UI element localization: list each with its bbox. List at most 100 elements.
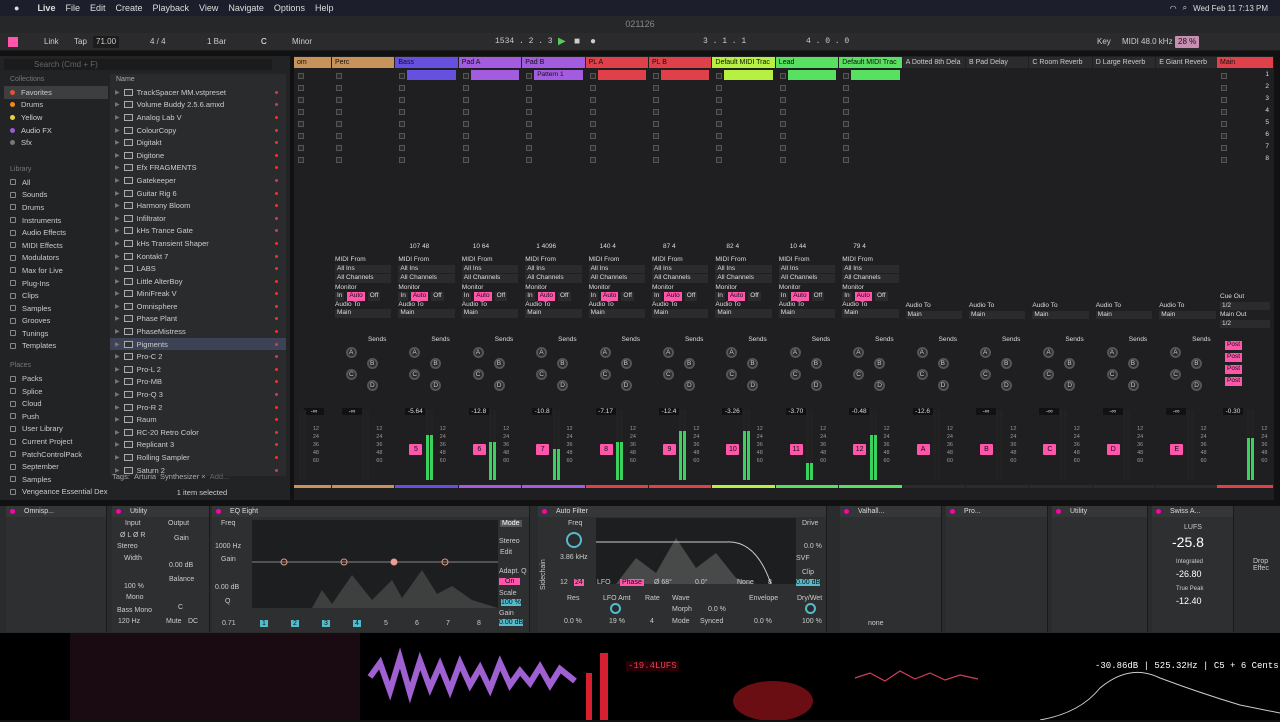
lfo-amount-value[interactable]: 19 % [609,618,625,625]
track-10[interactable]: A Dotted 8th Dela Audio To Main Sends A B C D -1… [902,57,965,488]
browser-item[interactable]: ▶ Pro-R 2 [110,401,286,414]
browser-item[interactable]: ▶ Pro-C 2 [110,350,286,363]
clip-slot-button[interactable] [1221,85,1227,91]
clip-slot-button[interactable] [1221,73,1227,79]
dry-wet-knob[interactable] [805,603,816,614]
filter-type-select[interactable]: SVF [796,555,810,562]
envelope-value[interactable]: 0.0 % [754,618,772,625]
clip-slot-button[interactable] [526,157,533,163]
eq-display[interactable] [252,520,498,608]
monitor-in-button[interactable]: In [525,292,535,301]
eq-band-2-button[interactable]: 2 [291,620,299,627]
audio-to-select[interactable]: Main [1159,310,1216,319]
post-button[interactable]: Post [1225,353,1243,362]
clip-slot-button[interactable] [1221,133,1227,139]
clip[interactable] [851,70,900,80]
place-push[interactable]: Push [4,410,108,423]
clip-slot-button[interactable] [462,145,469,151]
device-title[interactable]: Omnisp... [6,506,106,517]
mute-button[interactable]: Mute [166,618,182,625]
monitor-in-button[interactable]: In [461,292,472,301]
clip-slot-button[interactable] [336,121,342,127]
browser-item[interactable]: ▶ Digitone [110,149,286,162]
volume-value[interactable]: -12.4 [659,408,679,415]
track-header[interactable]: Pad A [458,57,522,68]
clip-slot-button[interactable] [336,157,342,163]
clip-slot-button[interactable] [779,145,786,151]
clip-slot-button[interactable] [298,157,304,163]
browser-item[interactable]: ▶ Replicant 3 [110,439,286,452]
all-ins-select[interactable]: All Ins [588,264,645,273]
track-activator-button[interactable]: 5 [409,444,423,455]
audio-to-select[interactable]: Main [842,309,899,318]
stop-button[interactable]: ■ [574,36,580,48]
monitor-auto-button[interactable]: Auto [664,292,682,301]
clip-slot-button[interactable] [526,145,533,151]
browser-item[interactable]: ▶ Guitar Rig 6 [110,187,286,200]
scene-launch-button[interactable]: 2 [1265,83,1269,92]
record-button[interactable]: ● [590,36,596,48]
expand-triangle-icon[interactable]: ▶ [115,441,120,448]
clip-slot-button[interactable] [298,85,304,91]
bass-mono-freq[interactable]: 120 Hz [118,618,140,625]
monitor-off-button[interactable]: Off [874,292,888,301]
library-audio-effects[interactable]: Audio Effects [4,226,108,239]
clip-slot-button[interactable] [336,133,342,139]
monitor-off-button[interactable]: Off [557,292,571,301]
browser-item[interactable]: ▶ TrackSpacer MM.vstpreset [110,86,286,99]
slope-12[interactable]: 12 [560,579,568,586]
menu-playback[interactable]: Playback [153,3,190,13]
track-13[interactable]: D Large Reverb Audio To Main Sends A B C D -∞ 12 2… [1092,57,1156,488]
clip[interactable] [661,70,710,80]
ext-sync-toggle[interactable] [8,37,18,47]
clip-slot-button[interactable] [779,109,786,115]
device-title[interactable]: Swiss A... [1152,506,1233,517]
expand-triangle-icon[interactable]: ▶ [115,290,120,297]
macro-select[interactable]: none [868,620,884,627]
place-vengeance-essential-dex[interactable]: Vengeance Essential Dex [4,486,108,499]
track-header[interactable]: B Pad Delay [966,57,1029,68]
clip-slot-button[interactable] [843,97,850,103]
clip-slot-button[interactable] [526,85,533,91]
browser-item[interactable]: ▶ Pro-L 2 [110,363,286,376]
monitor-auto-button[interactable]: Auto [601,292,619,301]
collection-sfx[interactable]: Sfx [4,136,108,149]
library-tunings[interactable]: Tunings [4,327,108,340]
track-8[interactable]: Lead 10 44 MIDI From All Ins All Channels Mon… [775,57,839,488]
track-4[interactable]: Pad B Pattern 1 1 4096 MIDI From All Ins All … [522,57,585,488]
clip-slot-button[interactable] [336,73,342,79]
menu-create[interactable]: Create [115,3,142,13]
clip-slot-button[interactable] [336,109,342,115]
track-header[interactable]: Bass [395,57,458,68]
monitor-in-button[interactable]: In [652,292,662,301]
device-title[interactable]: Auto Filter [538,506,826,517]
expand-triangle-icon[interactable]: ▶ [115,341,120,348]
clip-slot-button[interactable] [462,109,469,115]
device-valhalla[interactable]: Valhall... none [840,506,942,632]
volume-value[interactable]: -12.8 [468,408,489,415]
clip[interactable] [787,70,837,80]
place-september[interactable]: September [4,460,108,473]
clip-slot-button[interactable] [1221,109,1227,115]
device-eq-eight[interactable]: EQ Eight Freq 1000 Hz Gain 0.00 dB Q 0.7… [212,506,530,632]
output-gain-value[interactable]: 0.00 dB [499,619,524,626]
clip-slot-button[interactable] [589,85,596,91]
monitor-auto-button[interactable]: Auto [474,292,492,301]
scene-launch-button[interactable]: 6 [1265,131,1269,140]
clip-slot-button[interactable] [843,85,850,91]
clip-slot-button[interactable] [462,73,469,79]
clip[interactable]: Pattern 1 [534,70,583,80]
clip-slot-button[interactable] [779,85,786,91]
quantization-select[interactable]: 1 Bar [207,36,226,48]
place-patchcontrolpack[interactable]: PatchControlPack [4,448,108,461]
browser-item[interactable]: ▶ Efx FRAGMENTS [110,162,286,175]
clip-slot-button[interactable] [843,157,850,163]
audio-to-select[interactable]: Main [652,309,709,318]
expand-triangle-icon[interactable]: ▶ [115,152,120,159]
clip-slot-button[interactable] [1221,121,1227,127]
library-plug-ins[interactable]: Plug-Ins [4,277,108,290]
audio-to-select[interactable]: Main [969,310,1026,319]
collection-drums[interactable]: Drums [4,99,108,112]
all-channels-select[interactable]: All Channels [398,274,455,283]
mode-select[interactable]: Synced [700,618,723,625]
